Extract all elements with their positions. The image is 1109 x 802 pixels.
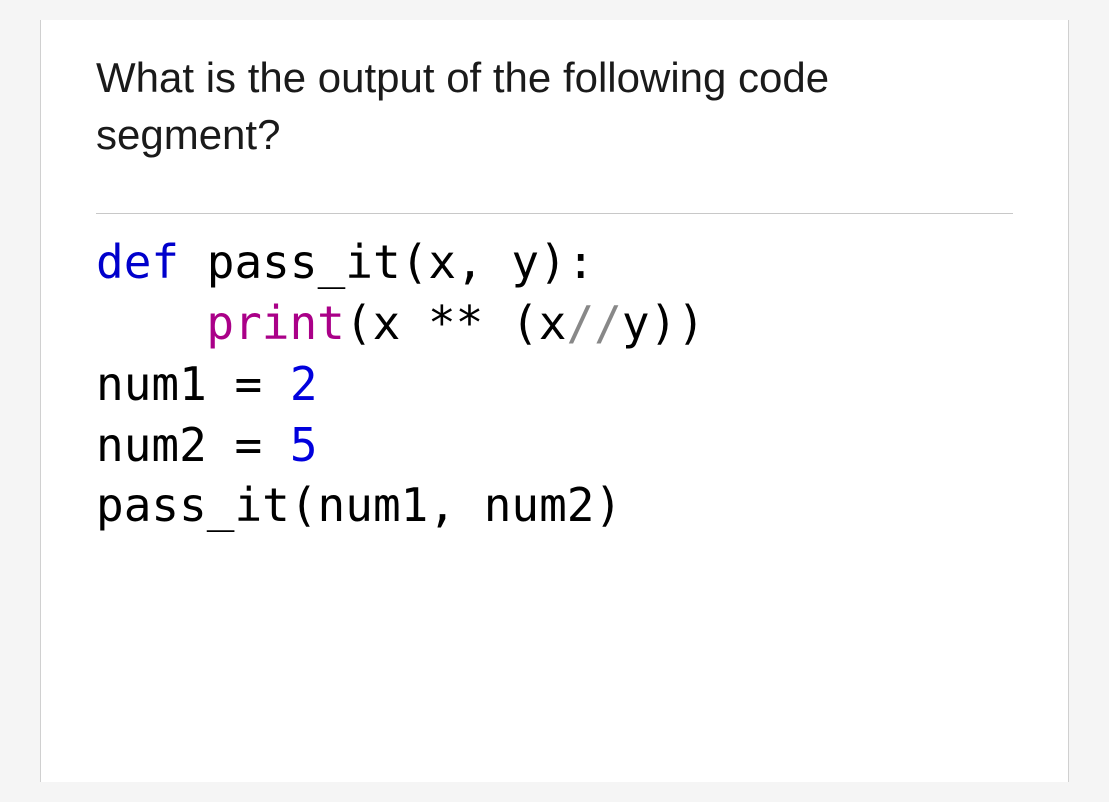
code-line-4: num2 = 5 xyxy=(96,415,1013,476)
code-text: y)) xyxy=(622,296,705,350)
number-literal: 5 xyxy=(290,418,318,472)
keyword-def: def xyxy=(96,235,179,289)
code-text: pass_it(x, y): xyxy=(179,235,594,289)
code-line-1: def pass_it(x, y): xyxy=(96,232,1013,293)
code-line-5: pass_it(num1, num2) xyxy=(96,475,1013,536)
keyword-print: print xyxy=(206,296,344,350)
question-card: What is the output of the following code… xyxy=(40,20,1069,782)
code-text: (x ** (x xyxy=(345,296,567,350)
code-line-2: print(x ** (x//y)) xyxy=(96,293,1013,354)
code-text: num2 = xyxy=(96,418,290,472)
number-literal: 2 xyxy=(290,357,318,411)
question-prompt: What is the output of the following code… xyxy=(96,50,1013,163)
code-text: pass_it(num1, num2) xyxy=(96,478,622,532)
code-text: num1 = xyxy=(96,357,290,411)
code-block: def pass_it(x, y): print(x ** (x//y)) nu… xyxy=(96,213,1013,536)
operator-floordiv: // xyxy=(566,296,621,350)
code-line-3: num1 = 2 xyxy=(96,354,1013,415)
